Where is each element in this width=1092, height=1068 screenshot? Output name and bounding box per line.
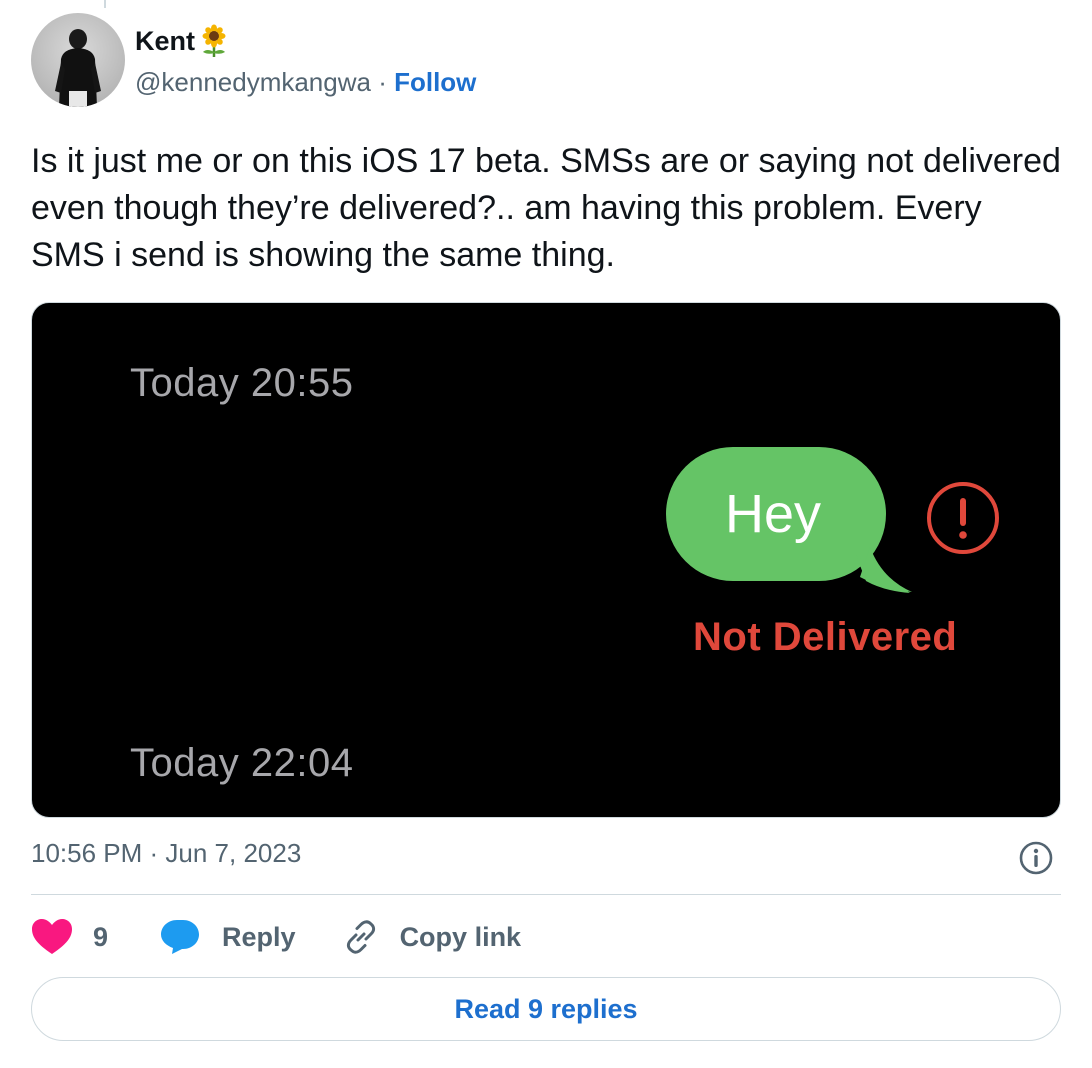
read-replies-button[interactable]: Read 9 replies	[31, 977, 1061, 1041]
copy-link-button[interactable]: Copy link	[342, 918, 522, 956]
copy-link-label: Copy link	[399, 921, 522, 952]
speech-bubble-icon	[161, 920, 200, 954]
author-handle-row: @kennedymkangwa · Follow	[135, 67, 476, 98]
tweet-timestamp[interactable]: 10:56 PM · Jun 7, 2023	[31, 838, 301, 869]
tweet-actions-bar: 9 Reply Copy link	[31, 912, 521, 962]
message-timestamp-2: Today 22:04	[130, 741, 354, 785]
author-name[interactable]: Kent	[135, 24, 231, 58]
exclamation-alert-icon	[927, 482, 999, 554]
delivery-status-text: Not Delivered	[693, 615, 958, 659]
reply-button[interactable]: Reply	[160, 919, 296, 955]
thread-connector-line	[104, 0, 106, 8]
person-silhouette-icon	[55, 29, 101, 107]
author-handle[interactable]: @kennedymkangwa	[135, 67, 371, 97]
author-name-text: Kent	[135, 25, 195, 56]
tweet-media-image[interactable]: Today 20:55 Hey Not Delivered Today 22:0…	[31, 302, 1061, 818]
tweet-text: Is it just me or on this iOS 17 beta. SM…	[31, 142, 1071, 274]
like-count: 9	[93, 921, 109, 952]
divider	[31, 894, 1061, 895]
heart-icon	[32, 919, 72, 954]
link-chain-icon	[346, 920, 375, 954]
handle-separator: ·	[378, 67, 395, 97]
message-bubble-text: Hey	[724, 484, 822, 544]
reply-label: Reply	[222, 921, 296, 952]
sunflower-emoji-icon	[202, 24, 226, 57]
message-timestamp-1: Today 20:55	[130, 361, 354, 405]
message-bubble: Hey	[660, 443, 920, 593]
follow-button[interactable]: Follow	[394, 67, 476, 97]
avatar[interactable]	[31, 13, 125, 107]
like-button[interactable]: 9	[31, 918, 108, 956]
info-icon[interactable]	[1018, 840, 1054, 876]
